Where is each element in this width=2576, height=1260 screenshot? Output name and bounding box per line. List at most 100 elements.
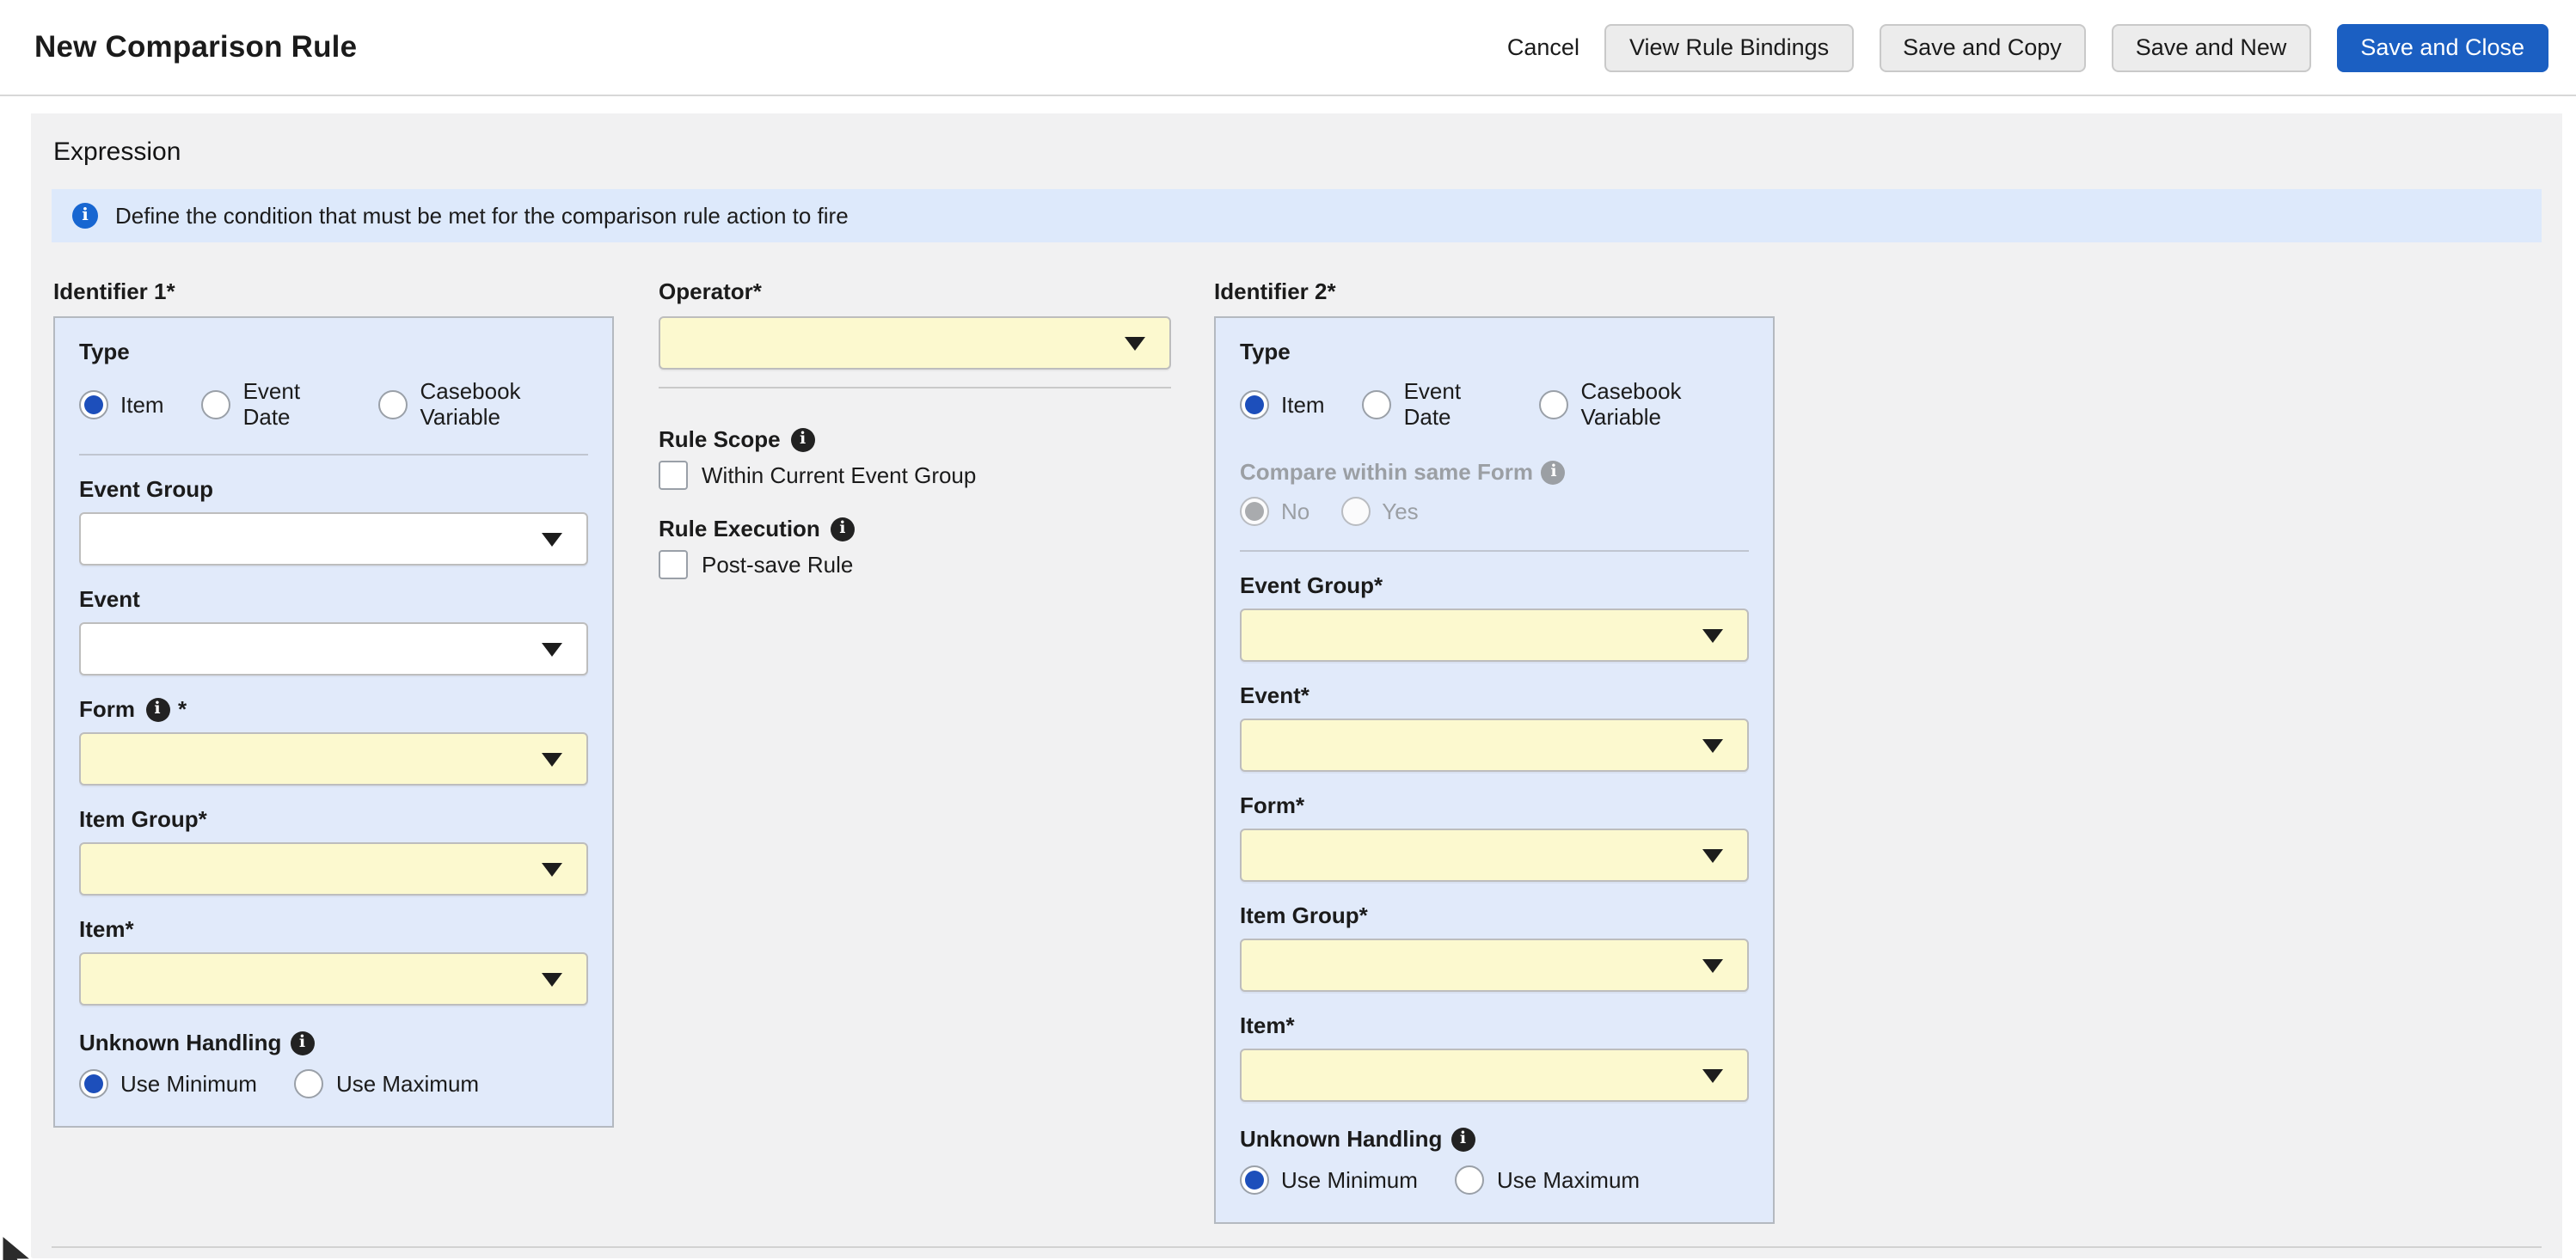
radio-icon	[1363, 389, 1392, 419]
page-title: New Comparison Rule	[34, 29, 357, 65]
id2-type-label: Type	[1240, 339, 1749, 364]
info-icon[interactable]: i	[1451, 1127, 1475, 1151]
id1-item-select[interactable]	[79, 952, 588, 1006]
chevron-down-icon	[1702, 958, 1723, 972]
cancel-button[interactable]: Cancel	[1507, 34, 1579, 60]
expression-columns: Identifier 1* Type Item Event Date	[52, 278, 2542, 1224]
id1-unknown-handling-radio-group: Use Minimum Use Maximum	[79, 1069, 588, 1098]
id1-type-label: Type	[79, 339, 588, 364]
id1-item-group-field: Item Group*	[79, 806, 588, 896]
compare-within-same-form-label: Compare within same Form i	[1240, 459, 1749, 485]
id1-unknown-handling-label: Unknown Handling i	[79, 1030, 588, 1055]
identifier1-column: Identifier 1* Type Item Event Date	[53, 278, 614, 1128]
identifier2-column: Identifier 2* Type Item Event Date	[1214, 278, 1775, 1224]
id2-type-item-radio[interactable]: Item	[1240, 389, 1325, 419]
radio-label: Use Maximum	[336, 1071, 479, 1097]
within-current-event-group-checkbox[interactable]	[659, 461, 688, 490]
id1-event-group-select[interactable]	[79, 512, 588, 566]
radio-icon	[295, 1069, 324, 1098]
id2-event-label: Event*	[1240, 682, 1749, 708]
id1-type-item-radio[interactable]: Item	[79, 389, 164, 419]
id1-type-event-date-radio[interactable]: Event Date	[202, 378, 341, 430]
header-actions: Cancel View Rule Bindings Save and Copy …	[1507, 23, 2548, 71]
compare-yes-radio: Yes	[1340, 497, 1418, 526]
rule-execution-label: Rule Execution i	[659, 516, 1171, 541]
id2-item-select[interactable]	[1240, 1049, 1749, 1102]
radio-label: No	[1281, 498, 1309, 524]
radio-label: Use Maximum	[1497, 1167, 1640, 1193]
page: New Comparison Rule Cancel View Rule Bin…	[0, 0, 2576, 1260]
save-and-copy-button[interactable]: Save and Copy	[1879, 23, 2086, 71]
operator-label: Operator*	[659, 278, 1171, 304]
id2-item-group-label: Item Group*	[1240, 902, 1749, 928]
post-save-rule-checkbox[interactable]	[659, 550, 688, 579]
info-icon[interactable]: i	[831, 517, 855, 541]
radio-selected-icon	[1240, 389, 1269, 419]
expression-section: Expression i Define the condition that m…	[31, 113, 2562, 1258]
chevron-down-icon	[542, 752, 562, 766]
info-banner: i Define the condition that must be met …	[52, 189, 2542, 242]
id1-item-field: Item*	[79, 916, 588, 1006]
save-and-close-button[interactable]: Save and Close	[2336, 23, 2548, 71]
id1-item-group-label: Item Group*	[79, 806, 588, 832]
chevron-down-icon	[542, 862, 562, 876]
radio-icon	[378, 389, 408, 419]
radio-selected-icon	[79, 389, 108, 419]
top-bar: New Comparison Rule Cancel View Rule Bin…	[0, 0, 2576, 96]
info-icon: i	[72, 203, 98, 229]
save-and-new-button[interactable]: Save and New	[2112, 23, 2311, 71]
radio-label: Item	[1281, 391, 1325, 417]
info-icon: i	[1542, 460, 1566, 484]
radio-icon	[202, 389, 231, 419]
chevron-down-icon	[1702, 848, 1723, 862]
radio-icon	[1456, 1165, 1485, 1195]
id2-event-field: Event*	[1240, 682, 1749, 772]
radio-label: Use Minimum	[120, 1071, 257, 1097]
rule-execution-checkbox-row: Post-save Rule	[659, 550, 1171, 579]
compare-within-same-form-radio-group: No Yes	[1240, 497, 1749, 526]
id2-type-casebook-variable-radio[interactable]: Casebook Variable	[1539, 378, 1749, 430]
checkbox-label: Within Current Event Group	[702, 462, 976, 488]
chevron-down-icon	[1702, 1068, 1723, 1082]
chevron-down-icon	[1125, 336, 1145, 350]
id2-unknown-handling-radio-group: Use Minimum Use Maximum	[1240, 1165, 1749, 1195]
divider	[659, 387, 1171, 388]
identifier2-label: Identifier 2*	[1214, 278, 1775, 304]
content-outer: Expression i Define the condition that m…	[0, 96, 2576, 1258]
divider	[79, 454, 588, 456]
info-icon[interactable]: i	[791, 427, 815, 451]
id2-item-group-select[interactable]	[1240, 939, 1749, 992]
id2-event-group-select[interactable]	[1240, 609, 1749, 662]
identifier2-panel: Type Item Event Date	[1214, 316, 1775, 1224]
radio-icon	[1539, 389, 1568, 419]
id1-form-field: Formi*	[79, 696, 588, 786]
id2-event-select[interactable]	[1240, 719, 1749, 772]
id2-item-field: Item*	[1240, 1012, 1749, 1102]
id1-form-select[interactable]	[79, 732, 588, 786]
id1-event-select[interactable]	[79, 622, 588, 676]
operator-column: Operator* Rule Scope i Within Current Ev…	[659, 278, 1171, 579]
id1-event-group-label: Event Group	[79, 476, 588, 502]
info-icon[interactable]: i	[145, 697, 169, 721]
id1-item-group-select[interactable]	[79, 842, 588, 896]
id1-type-casebook-variable-radio[interactable]: Casebook Variable	[378, 378, 588, 430]
id1-unknown-handling-group: Unknown Handling i Use Minimum	[79, 1030, 588, 1098]
id2-form-select[interactable]	[1240, 829, 1749, 882]
view-rule-bindings-button[interactable]: View Rule Bindings	[1605, 23, 1853, 71]
id1-item-label: Item*	[79, 916, 588, 942]
id1-use-maximum-radio[interactable]: Use Maximum	[295, 1069, 479, 1098]
id2-type-event-date-radio[interactable]: Event Date	[1363, 378, 1502, 430]
id2-unknown-handling-label: Unknown Handling i	[1240, 1126, 1749, 1152]
id2-use-maximum-radio[interactable]: Use Maximum	[1456, 1165, 1640, 1195]
chevron-down-icon	[1702, 738, 1723, 752]
operator-select[interactable]	[659, 316, 1171, 370]
id1-use-minimum-radio[interactable]: Use Minimum	[79, 1069, 257, 1098]
id2-use-minimum-radio[interactable]: Use Minimum	[1240, 1165, 1418, 1195]
info-icon[interactable]: i	[290, 1031, 314, 1055]
id1-type-radio-group: Item Event Date Casebook Variable	[79, 378, 588, 430]
rule-scope-label: Rule Scope i	[659, 426, 1171, 452]
id2-event-group-field: Event Group*	[1240, 572, 1749, 662]
compare-within-same-form-group: Compare within same Form i No	[1240, 459, 1749, 526]
id1-event-group-field: Event Group	[79, 476, 588, 566]
id2-form-field: Form*	[1240, 792, 1749, 882]
